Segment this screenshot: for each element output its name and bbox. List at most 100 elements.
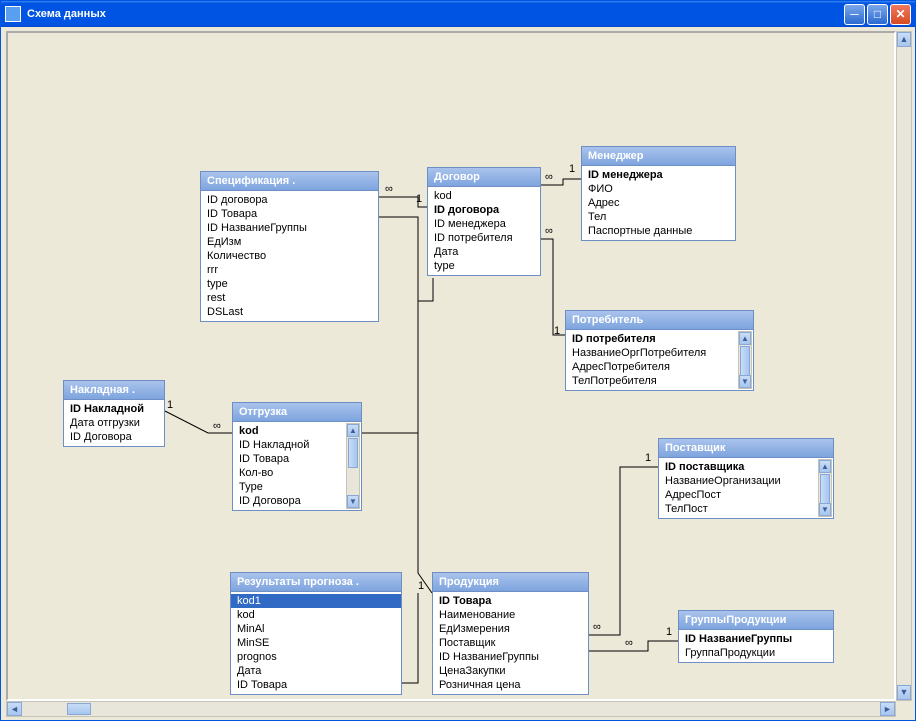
field[interactable]: ФИО bbox=[582, 182, 735, 196]
table-header[interactable]: Результаты прогноза . bbox=[231, 573, 401, 592]
table-body: ID НакладнойДата отгрузкиID Договора bbox=[64, 400, 164, 446]
vertical-scrollbar[interactable]: ▲ ▼ bbox=[896, 31, 912, 701]
table-header[interactable]: Договор bbox=[428, 168, 540, 187]
field[interactable]: ID менеджера bbox=[582, 168, 735, 182]
field[interactable]: НазваниеОргПотребителя bbox=[566, 346, 737, 360]
field[interactable]: rest bbox=[201, 291, 378, 305]
schema-canvas[interactable]: Спецификация .ID договораID ТовараID Наз… bbox=[6, 31, 896, 701]
field[interactable]: АдресПост bbox=[659, 488, 817, 502]
field[interactable]: Дата bbox=[428, 245, 540, 259]
scroll-down-icon[interactable]: ▼ bbox=[897, 685, 911, 700]
scroll-up-icon[interactable]: ▲ bbox=[739, 332, 751, 345]
field[interactable]: ТелПотребителя bbox=[566, 374, 737, 388]
table-otgruzka[interactable]: Отгрузка kodID НакладнойID ТовараКол-воTy… bbox=[232, 402, 362, 511]
field[interactable]: Наименование bbox=[433, 608, 588, 622]
table-header[interactable]: Продукция bbox=[433, 573, 588, 592]
field[interactable]: prognos bbox=[231, 650, 401, 664]
table-header[interactable]: Отгрузка bbox=[233, 403, 361, 422]
table-nakladnaya[interactable]: Накладная .ID НакладнойДата отгрузкиID Д… bbox=[63, 380, 165, 447]
field[interactable]: ТелПост bbox=[659, 502, 817, 516]
field[interactable]: Дата отгрузки bbox=[64, 416, 164, 430]
field[interactable]: kod bbox=[231, 608, 401, 622]
field[interactable]: type bbox=[201, 277, 378, 291]
field[interactable]: ГруппаПродукции bbox=[679, 646, 833, 660]
scroll-up-icon[interactable]: ▲ bbox=[347, 424, 359, 437]
close-button[interactable]: ✕ bbox=[890, 4, 911, 25]
table-scrollbar[interactable]: ▲▼ bbox=[738, 331, 752, 389]
table-postavshik[interactable]: Поставщик ID поставщикаНазваниеОрганизаци… bbox=[658, 438, 834, 519]
field[interactable]: ID НазваниеГруппы bbox=[201, 221, 378, 235]
scroll-down-icon[interactable]: ▼ bbox=[739, 375, 751, 388]
field[interactable]: АдресПотребителя bbox=[566, 360, 737, 374]
field[interactable]: type bbox=[428, 259, 540, 273]
field[interactable]: kod bbox=[428, 189, 540, 203]
table-header[interactable]: ГруппыПродукции bbox=[679, 611, 833, 630]
table-spec[interactable]: Спецификация . ID договораID ТовараID Наз… bbox=[200, 171, 379, 322]
field[interactable]: ID Накладной bbox=[233, 438, 345, 452]
field[interactable]: Дата bbox=[231, 664, 401, 678]
scroll-up-icon[interactable]: ▲ bbox=[819, 460, 831, 473]
field[interactable]: rrr bbox=[201, 263, 378, 277]
relation-cardinality: 1 bbox=[418, 580, 424, 592]
table-gruppy[interactable]: ГруппыПродукции ID НазваниеГруппыГруппаПр… bbox=[678, 610, 834, 663]
field[interactable]: ID поставщика bbox=[659, 460, 817, 474]
table-dogovor[interactable]: Договор kodID договораID менеджераID потр… bbox=[427, 167, 541, 276]
field[interactable]: Кол-во bbox=[233, 466, 345, 480]
table-product[interactable]: Продукция ID ТовараНаименованиеЕдИзмерени… bbox=[432, 572, 589, 695]
field[interactable]: ID менеджера bbox=[428, 217, 540, 231]
minimize-button[interactable]: ─ bbox=[844, 4, 865, 25]
table-potrebitel[interactable]: Потребитель ID потребителяНазваниеОргПотр… bbox=[565, 310, 754, 391]
field[interactable]: Поставщик bbox=[433, 636, 588, 650]
field[interactable]: ID договора bbox=[201, 193, 378, 207]
field[interactable]: ID договора bbox=[428, 203, 540, 217]
scroll-down-icon[interactable]: ▼ bbox=[819, 503, 831, 516]
table-manager[interactable]: Менеджер ID менеджераФИОАдресТелПаспортны… bbox=[581, 146, 736, 241]
field[interactable]: ID Товара bbox=[433, 594, 588, 608]
field[interactable]: ID потребителя bbox=[566, 332, 737, 346]
table-header[interactable]: Накладная . bbox=[64, 381, 164, 400]
scroll-thumb[interactable] bbox=[740, 346, 750, 376]
field[interactable]: DSLast bbox=[201, 305, 378, 319]
scroll-left-icon[interactable]: ◄ bbox=[7, 702, 22, 716]
table-scrollbar[interactable]: ▲▼ bbox=[346, 423, 360, 509]
horizontal-scrollbar[interactable]: ◄ ► bbox=[6, 701, 896, 717]
table-header[interactable]: Менеджер bbox=[582, 147, 735, 166]
table-rezult[interactable]: Результаты прогноза . kod1kodMinAlMinSEpr… bbox=[230, 572, 402, 695]
field[interactable]: MinAl bbox=[231, 622, 401, 636]
scroll-down-icon[interactable]: ▼ bbox=[347, 495, 359, 508]
field[interactable]: ID Товара bbox=[201, 207, 378, 221]
field[interactable]: ЦенаЗакупки bbox=[433, 664, 588, 678]
field[interactable]: НазваниеОрганизации bbox=[659, 474, 817, 488]
table-header[interactable]: Потребитель bbox=[566, 311, 753, 330]
scroll-up-icon[interactable]: ▲ bbox=[897, 32, 911, 47]
table-header[interactable]: Спецификация . bbox=[201, 172, 378, 191]
hscroll-thumb[interactable] bbox=[67, 703, 91, 715]
field[interactable]: ID Договора bbox=[64, 430, 164, 444]
field[interactable]: ID Накладной bbox=[64, 402, 164, 416]
maximize-button[interactable]: □ bbox=[867, 4, 888, 25]
field[interactable]: Тел bbox=[582, 210, 735, 224]
field[interactable]: Type bbox=[233, 480, 345, 494]
field[interactable]: kod1 bbox=[231, 594, 401, 608]
canvas-area: Спецификация .ID договораID ТовараID Наз… bbox=[2, 27, 914, 719]
field[interactable]: ЕдИзм bbox=[201, 235, 378, 249]
field[interactable]: ID Договора bbox=[233, 494, 345, 508]
field[interactable]: MinSE bbox=[231, 636, 401, 650]
scroll-thumb[interactable] bbox=[348, 438, 358, 468]
scroll-thumb[interactable] bbox=[820, 474, 830, 504]
table-header[interactable]: Поставщик bbox=[659, 439, 833, 458]
scroll-right-icon[interactable]: ► bbox=[880, 702, 895, 716]
field[interactable]: ID Товара bbox=[233, 452, 345, 466]
field[interactable]: ID НазваниеГруппы bbox=[433, 650, 588, 664]
field[interactable]: Адрес bbox=[582, 196, 735, 210]
titlebar[interactable]: Схема данных ─ □ ✕ bbox=[1, 1, 915, 27]
field[interactable]: Количество bbox=[201, 249, 378, 263]
field[interactable]: kod bbox=[233, 424, 345, 438]
field[interactable]: Розничная цена bbox=[433, 678, 588, 692]
field[interactable]: ID Товара bbox=[231, 678, 401, 692]
field[interactable]: ID потребителя bbox=[428, 231, 540, 245]
field[interactable]: ЕдИзмерения bbox=[433, 622, 588, 636]
table-scrollbar[interactable]: ▲▼ bbox=[818, 459, 832, 517]
field[interactable]: ID НазваниеГруппы bbox=[679, 632, 833, 646]
field[interactable]: Паспортные данные bbox=[582, 224, 735, 238]
